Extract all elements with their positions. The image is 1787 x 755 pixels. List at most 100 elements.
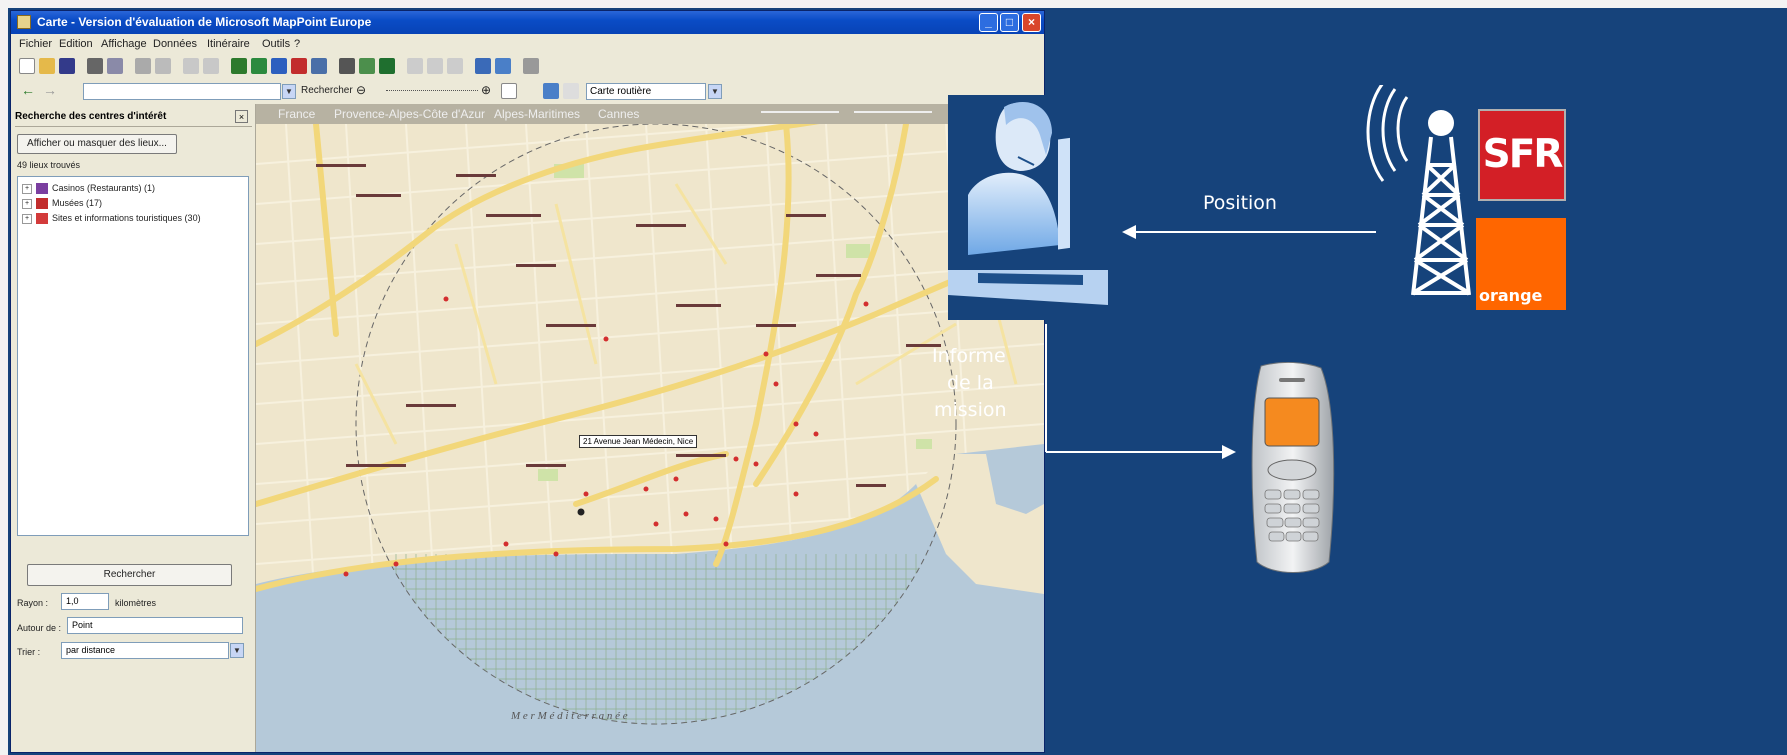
map-breadcrumb-region[interactable]: Provence-Alpes-Côte d'Azur — [334, 107, 485, 121]
standard-toolbar — [11, 54, 1044, 80]
map-view[interactable]: France Provence-Alpes-Côte d'Azur Alpes-… — [256, 104, 1044, 752]
navigation-toolbar: ← → ▼ Rechercher ⊖ ⊕ Carte routière ▼ — [11, 80, 1044, 104]
shape-icon[interactable] — [427, 58, 443, 74]
cell-tower-illustration — [1366, 85, 1471, 296]
scale-bar — [761, 111, 839, 113]
around-label: Autour de : — [17, 623, 62, 633]
sort-label: Trier : — [17, 647, 41, 657]
sfr-logo: SFR — [1478, 109, 1566, 201]
territory-icon[interactable] — [251, 58, 267, 74]
draw-icon[interactable] — [407, 58, 423, 74]
casino-icon — [36, 183, 48, 195]
search-button[interactable]: Rechercher — [27, 564, 232, 586]
museum-icon — [36, 198, 48, 210]
informe-label-line2: de la — [947, 372, 994, 394]
tree-item-casinos[interactable]: + Casinos (Restaurants) (1) — [22, 181, 155, 195]
print-preview-icon[interactable] — [107, 58, 123, 74]
save-icon[interactable] — [59, 58, 75, 74]
new-icon[interactable] — [19, 58, 35, 74]
address-dropdown-button[interactable]: ▼ — [282, 84, 296, 99]
map-style-select[interactable]: Carte routière — [586, 83, 706, 100]
window-title: Carte - Version d'évaluation de Microsof… — [37, 15, 372, 29]
radius-unit: kilomètres — [115, 598, 157, 608]
back-arrow-icon[interactable]: ← — [21, 82, 35, 98]
print-icon[interactable] — [87, 58, 103, 74]
pushpin-marker — [577, 508, 585, 516]
map-breadcrumb: France Provence-Alpes-Côte d'Azur Alpes-… — [256, 104, 1044, 124]
expand-icon[interactable]: + — [22, 198, 32, 209]
legend-icon[interactable] — [311, 58, 327, 74]
help-pointer-icon[interactable] — [523, 58, 539, 74]
hand-tool-icon[interactable] — [563, 83, 579, 99]
find-nearby-icon[interactable] — [475, 58, 491, 74]
tree-item-museums[interactable]: + Musées (17) — [22, 196, 102, 210]
show-hide-places-button[interactable]: Afficher ou masquer des lieux... — [17, 134, 177, 154]
menu-tools[interactable]: Outils — [262, 38, 290, 50]
forward-arrow-icon[interactable]: → — [43, 82, 57, 98]
route-icon[interactable] — [231, 58, 247, 74]
menu-data[interactable]: Données — [153, 38, 197, 50]
zoom-out-icon[interactable]: ⊖ — [356, 83, 366, 97]
zoom-slider[interactable] — [386, 90, 478, 94]
data-mapping-icon[interactable] — [271, 58, 287, 74]
open-icon[interactable] — [39, 58, 55, 74]
mappoint-window: Carte - Version d'évaluation de Microsof… — [10, 10, 1045, 753]
select-tool-icon[interactable] — [543, 83, 559, 99]
position-arrow — [1122, 225, 1376, 239]
menu-bar: Fichier Edition Affichage Données Itinér… — [11, 34, 1044, 54]
address-tooltip: 21 Avenue Jean Médecin, Nice — [579, 435, 698, 448]
panel-header: Recherche des centres d'intérêt × — [15, 108, 252, 127]
measure-icon[interactable] — [339, 58, 355, 74]
position-label: Position — [1203, 192, 1277, 214]
search-label[interactable]: Rechercher — [301, 85, 353, 96]
menu-route[interactable]: Itinéraire — [207, 38, 250, 50]
gps-icon[interactable] — [379, 58, 395, 74]
pointer-tool-icon[interactable] — [501, 83, 517, 99]
cut-icon[interactable] — [135, 58, 151, 74]
panel-title: Recherche des centres d'intérêt — [15, 111, 167, 122]
slide-frame-left — [0, 0, 8, 755]
orange-logo: orange — [1476, 218, 1566, 310]
result-count: 49 lieux trouvés — [17, 160, 81, 170]
tourist-site-icon — [36, 213, 48, 225]
tree-item-label: Casinos (Restaurants) (1) — [52, 183, 156, 193]
text-icon[interactable] — [447, 58, 463, 74]
menu-view[interactable]: Affichage — [101, 38, 147, 50]
informe-label-line1: Informe — [932, 345, 1006, 367]
menu-help[interactable]: ? — [294, 38, 300, 50]
maximize-button[interactable]: □ — [1000, 13, 1019, 32]
redo-icon[interactable] — [203, 58, 219, 74]
sort-select[interactable]: par distance — [61, 642, 229, 659]
minimize-button[interactable]: _ — [979, 13, 998, 32]
map-breadcrumb-country[interactable]: France — [278, 107, 315, 121]
address-input[interactable] — [83, 83, 281, 100]
menu-file[interactable]: Fichier — [19, 38, 52, 50]
tree-item-label: Sites et informations touristiques (30) — [52, 213, 201, 223]
find-nearby-panel: Recherche des centres d'intérêt × Affich… — [11, 104, 256, 752]
location-icon[interactable] — [359, 58, 375, 74]
expand-icon[interactable]: + — [22, 183, 32, 194]
operator-illustration — [948, 95, 1108, 320]
copy-icon[interactable] — [155, 58, 171, 74]
zoom-in-icon[interactable]: ⊕ — [481, 83, 491, 97]
pushpin-icon[interactable] — [291, 58, 307, 74]
radius-input[interactable]: 1,0 — [61, 593, 109, 610]
map-style-dropdown-button[interactable]: ▼ — [708, 84, 722, 99]
sort-dropdown-button[interactable]: ▼ — [230, 643, 244, 658]
scale-bar — [854, 111, 932, 113]
undo-icon[interactable] — [183, 58, 199, 74]
results-tree: + Casinos (Restaurants) (1) + Musées (17) … — [17, 176, 249, 536]
title-bar: Carte - Version d'évaluation de Microsof… — [11, 11, 1044, 34]
radius-label: Rayon : — [17, 598, 49, 608]
close-button[interactable]: × — [1022, 13, 1041, 32]
around-input[interactable]: Point — [67, 617, 243, 634]
menu-edit[interactable]: Edition — [59, 38, 93, 50]
select-area-icon[interactable] — [495, 58, 511, 74]
expand-icon[interactable]: + — [22, 213, 32, 224]
panel-close-button[interactable]: × — [235, 110, 248, 123]
map-breadcrumb-city[interactable]: Cannes — [598, 107, 639, 121]
orange-logo-text: orange — [1479, 286, 1543, 305]
tree-item-tourist-sites[interactable]: + Sites et informations touristiques (30) — [22, 211, 201, 225]
map-breadcrumb-department[interactable]: Alpes-Maritimes — [494, 107, 580, 121]
sea-label: M e r M é d i t e r r a n é e — [510, 710, 628, 722]
